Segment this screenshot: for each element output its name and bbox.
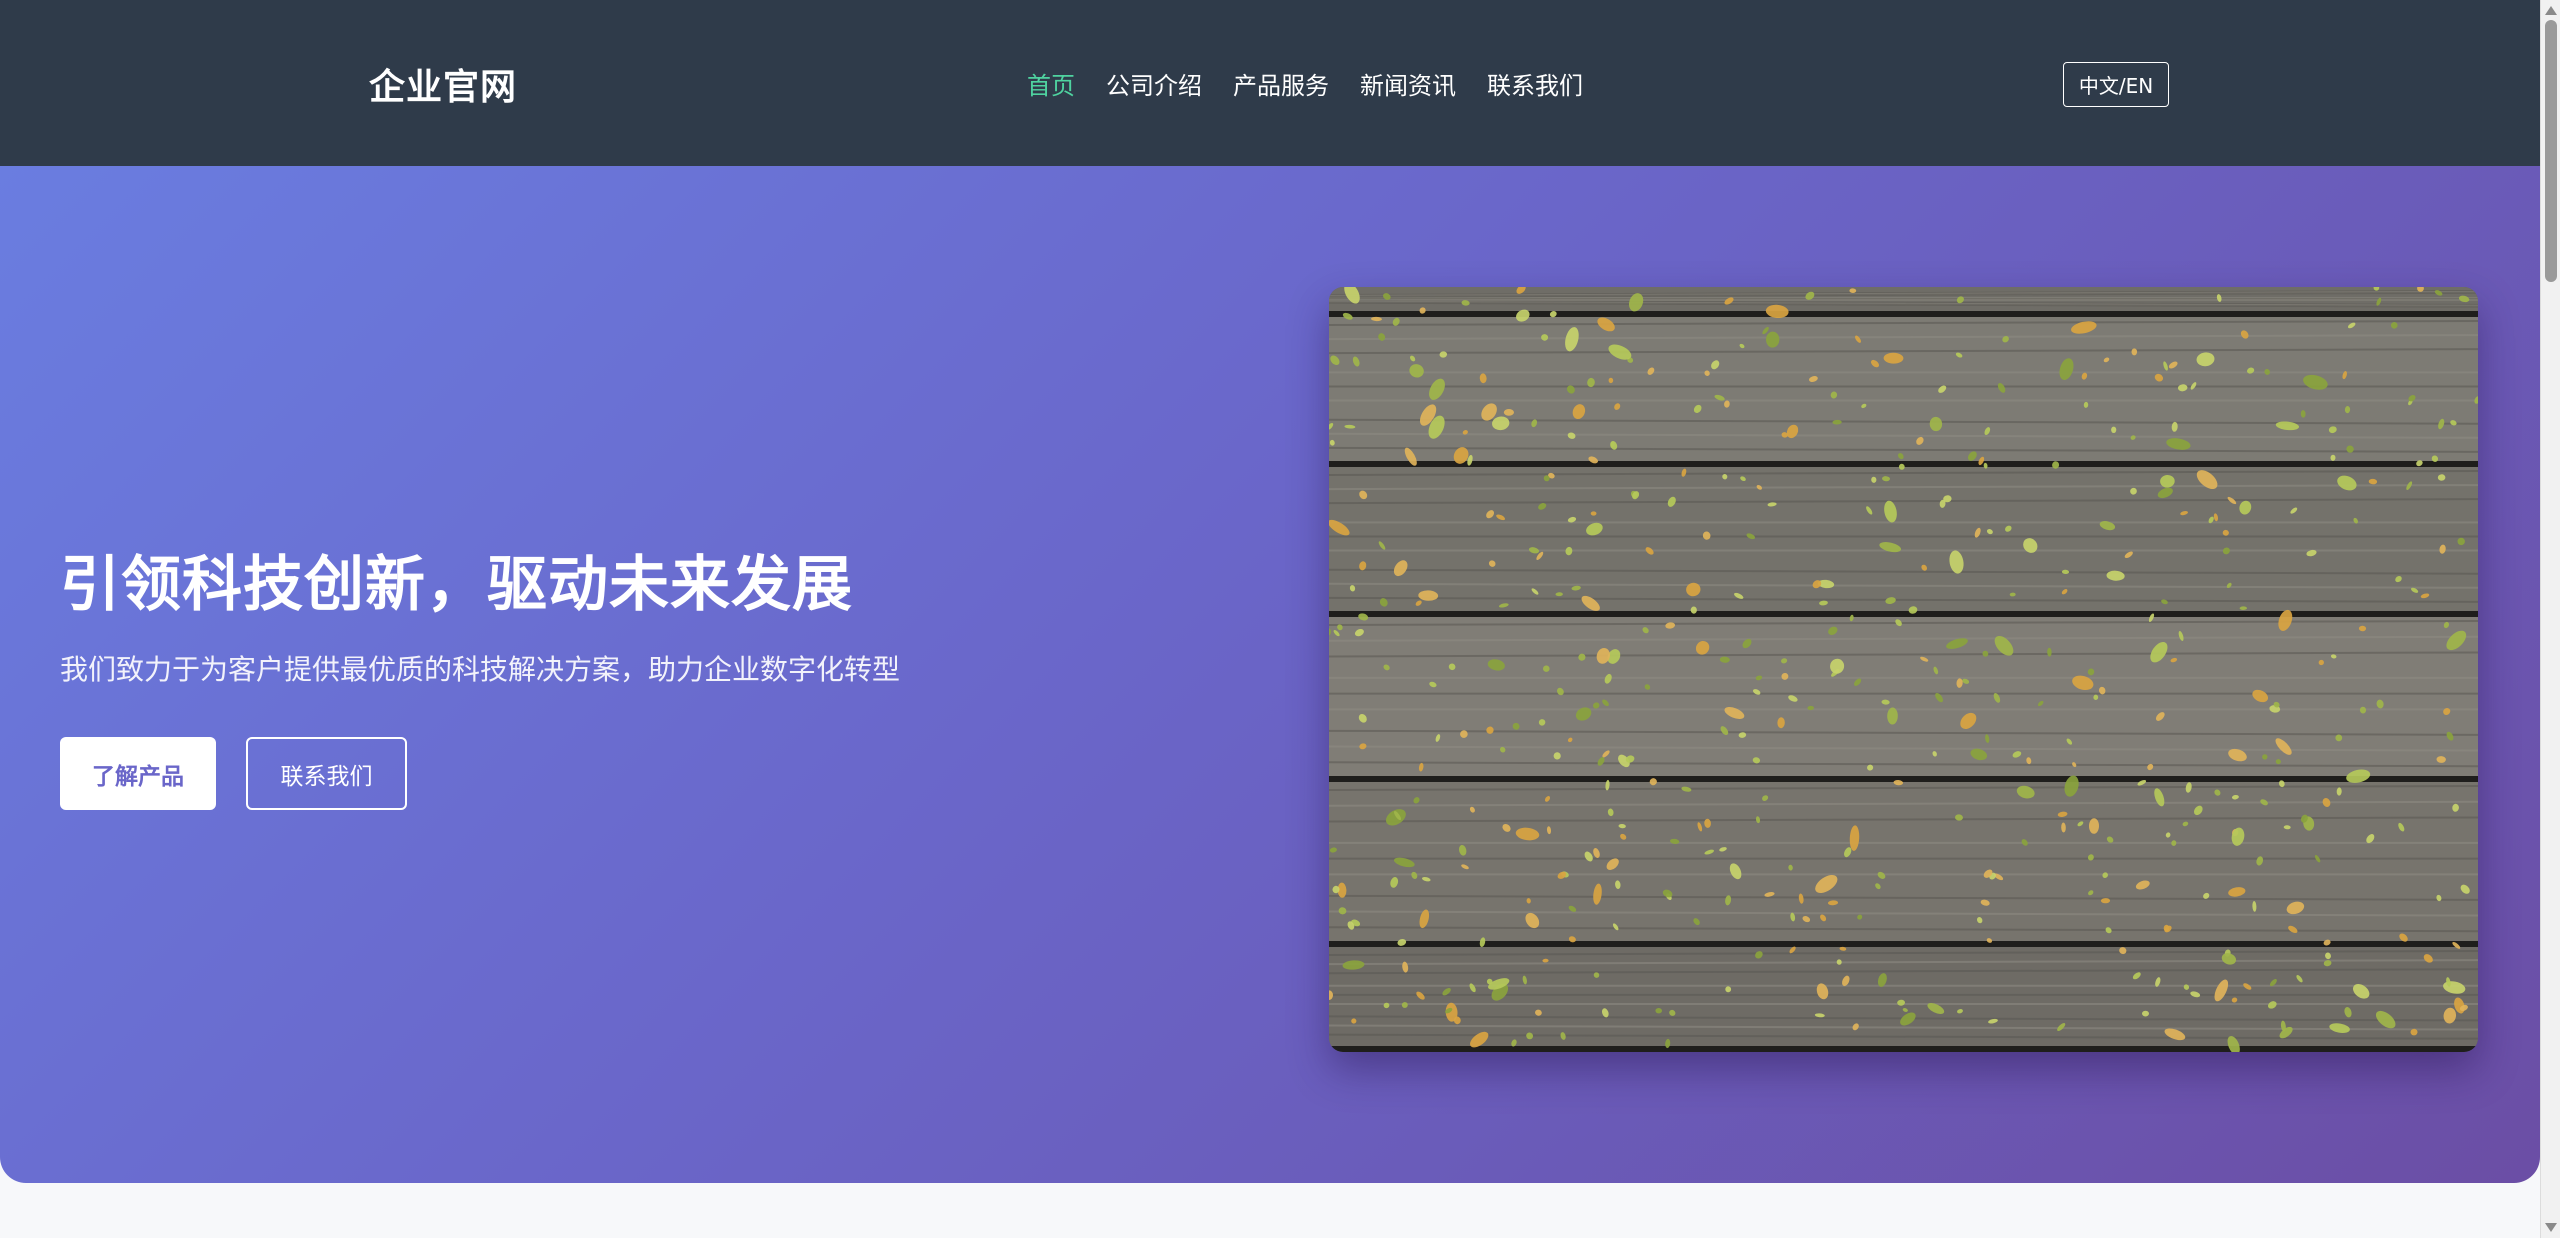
- hero-section: 引领科技创新，驱动未来发展 我们致力于为客户提供最优质的科技解决方案，助力企业数…: [0, 166, 2540, 1183]
- page: 企业官网 首页 公司介绍 产品服务 新闻资讯 联系我们 中文/EN 引领科技创新…: [0, 0, 2560, 1238]
- nav-item-about[interactable]: 公司介绍: [1106, 66, 1202, 101]
- hero-subtitle: 我们致力于为客户提供最优质的科技解决方案，助力企业数字化转型: [60, 653, 901, 686]
- scrollbar-thumb[interactable]: [2545, 20, 2557, 282]
- site-logo[interactable]: 企业官网: [369, 58, 517, 110]
- scroll-up-arrow-icon[interactable]: [2545, 6, 2557, 15]
- nav-item-contact[interactable]: 联系我们: [1487, 66, 1583, 101]
- content-area: [0, 1183, 2540, 1238]
- wooden-deck-with-leaves-image: [1329, 287, 2478, 1052]
- nav-item-news[interactable]: 新闻资讯: [1360, 66, 1456, 101]
- site-header: 企业官网 首页 公司介绍 产品服务 新闻资讯 联系我们 中文/EN: [0, 0, 2540, 166]
- hero-title: 引领科技创新，驱动未来发展: [60, 550, 853, 620]
- main-nav: 首页 公司介绍 产品服务 新闻资讯 联系我们: [1027, 66, 1583, 101]
- learn-products-button[interactable]: 了解产品: [60, 737, 216, 810]
- language-toggle-button[interactable]: 中文/EN: [2063, 62, 2169, 107]
- contact-us-button[interactable]: 联系我们: [246, 737, 407, 810]
- nav-item-home[interactable]: 首页: [1027, 66, 1075, 101]
- scroll-down-arrow-icon[interactable]: [2545, 1223, 2557, 1232]
- hero-image: [1329, 287, 2478, 1052]
- nav-item-products[interactable]: 产品服务: [1233, 66, 1329, 101]
- vertical-scrollbar[interactable]: [2540, 0, 2560, 1238]
